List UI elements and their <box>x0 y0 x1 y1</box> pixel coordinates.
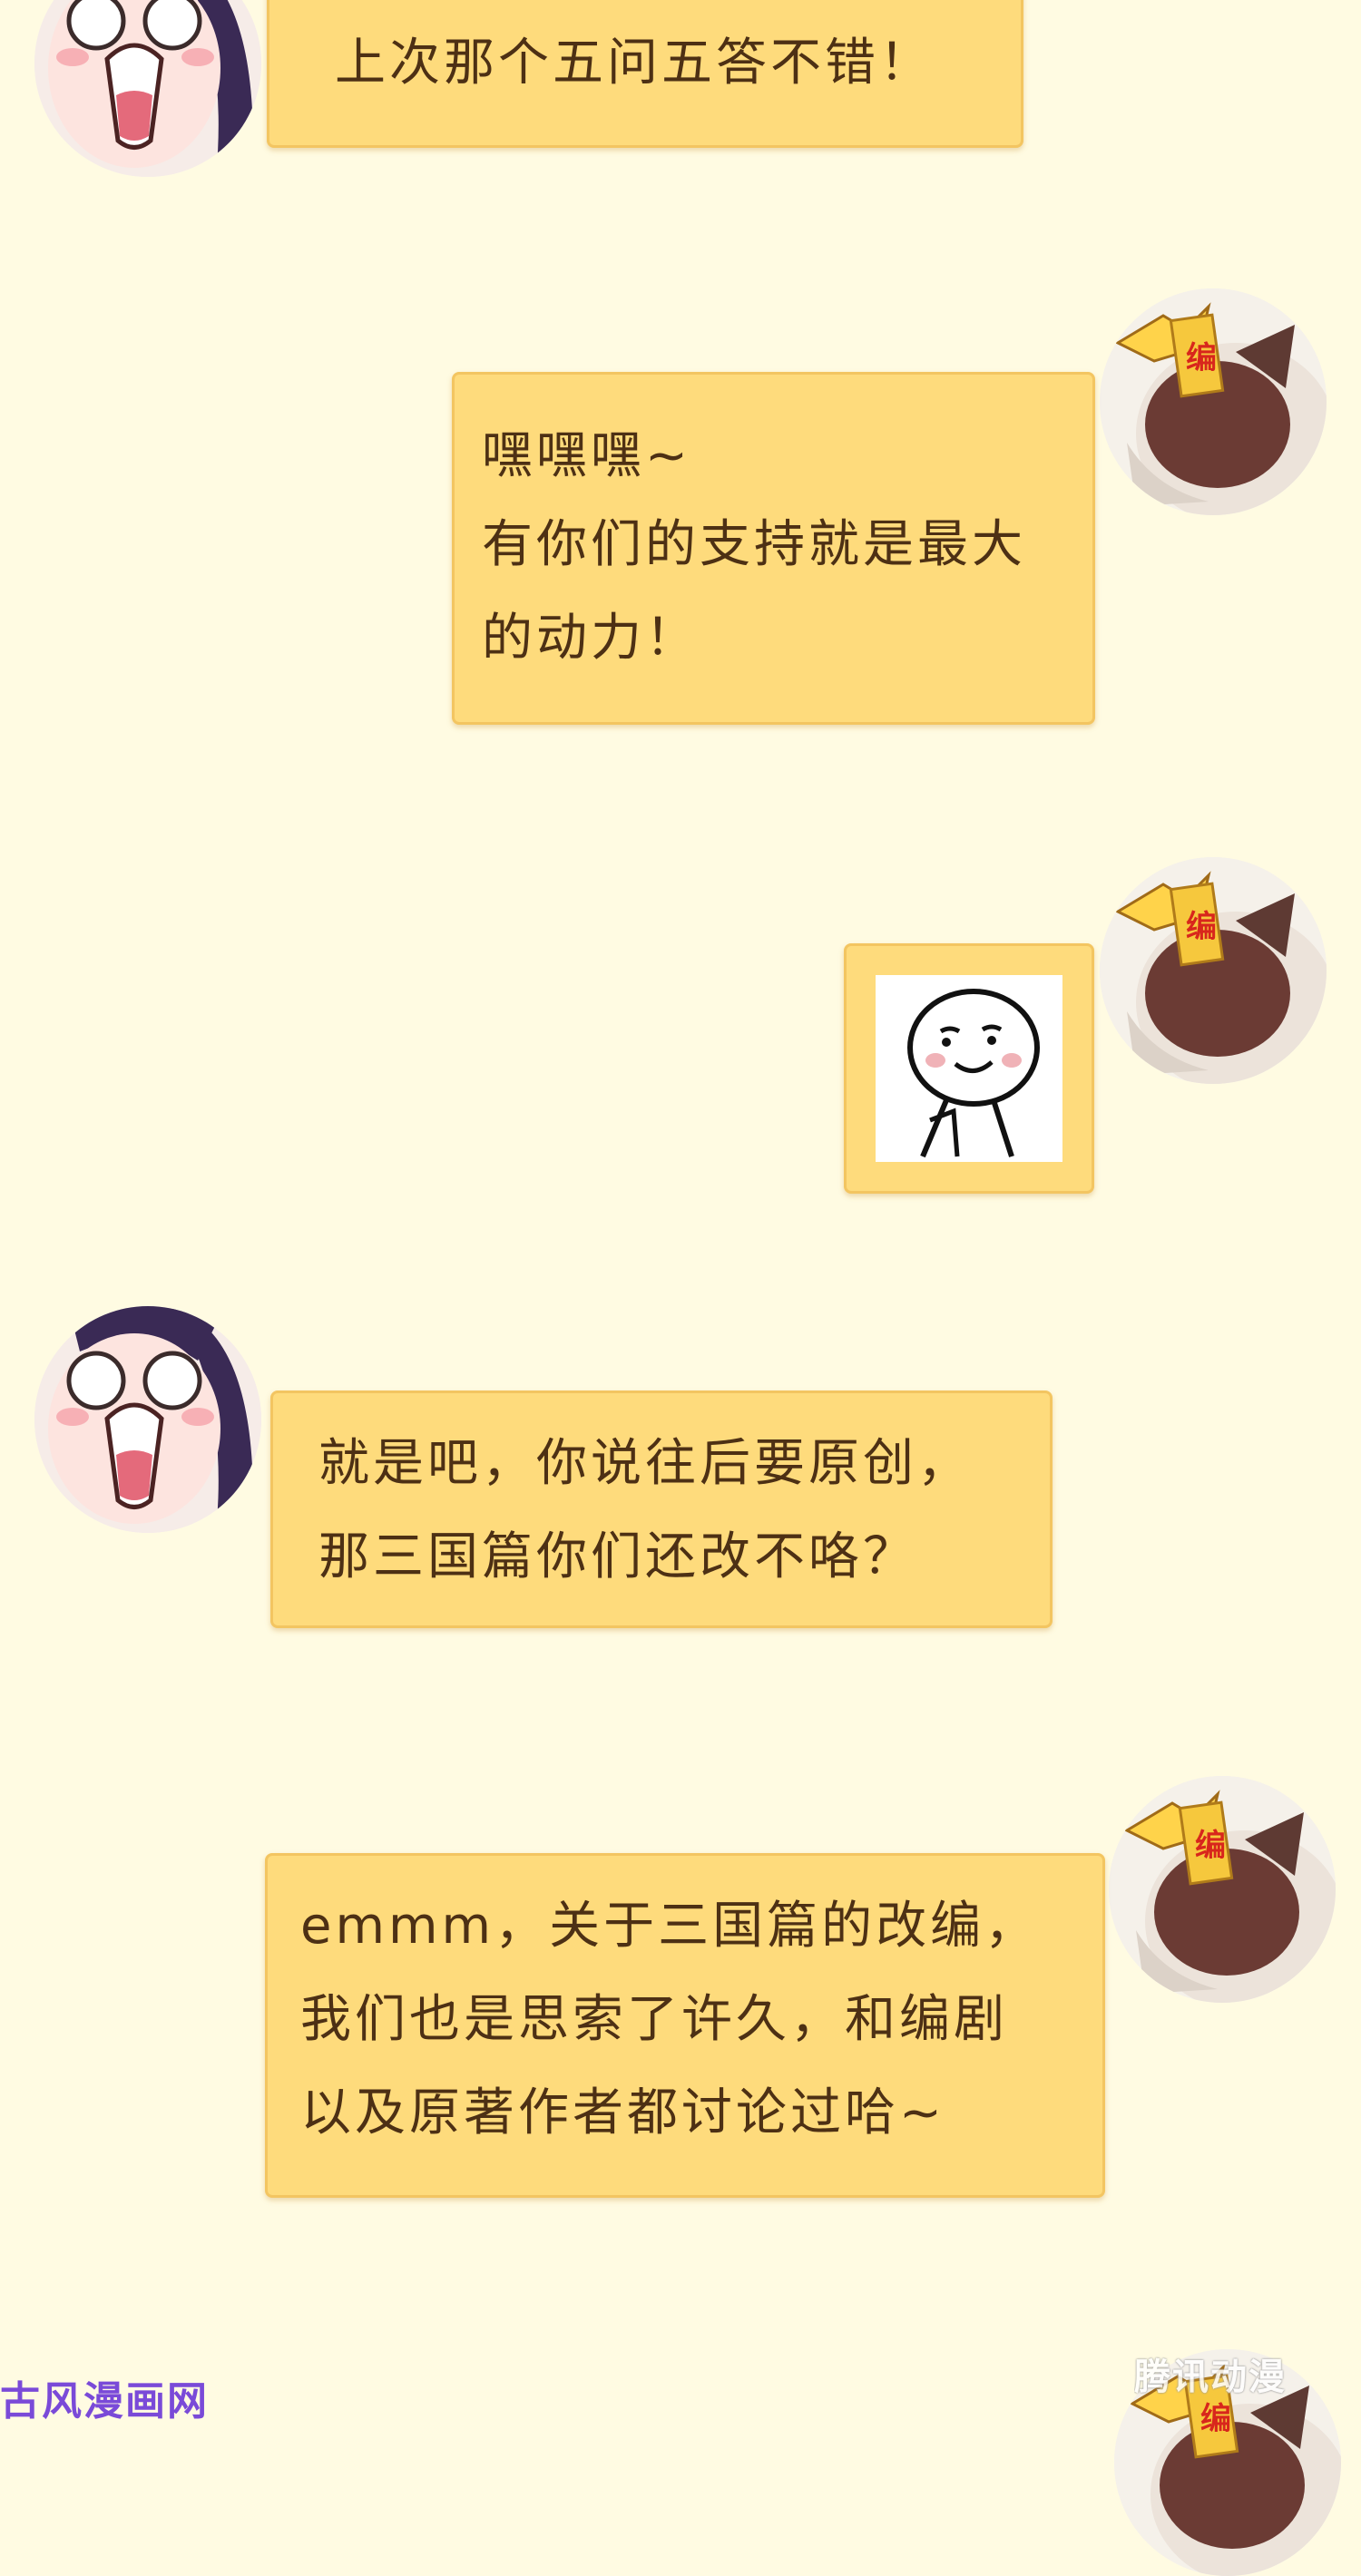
message-line: 的动力！ <box>482 609 700 668</box>
girl-avatar <box>34 1306 261 1533</box>
chat-bubble-girl: 上次那个五问五答不错！ <box>267 0 1023 148</box>
editor-cat-avatar: 编 <box>1100 288 1327 515</box>
smirk-face-sticker <box>876 975 1062 1162</box>
site-watermark: 古风漫画网 <box>0 2378 209 2425</box>
editor-cat-avatar: 编 <box>1109 1776 1336 2003</box>
cat-editor-icon: 编 <box>1109 1776 1336 2003</box>
smirk-face-icon <box>876 975 1062 1162</box>
chat-bubble-editor: 嘿嘿嘿~ 有你们的支持就是最大 的动力！ <box>452 372 1095 725</box>
svg-text:编: 编 <box>1186 340 1217 376</box>
message-line: 那三国篇你们还改不咯？ <box>318 1527 917 1586</box>
svg-text:编: 编 <box>1186 909 1217 945</box>
surprised-girl-icon <box>34 1306 261 1533</box>
message-line: 就是吧，你说往后要原创， <box>318 1434 972 1493</box>
cat-editor-icon: 编 <box>1100 288 1327 515</box>
sticker-bubble-editor <box>844 943 1094 1194</box>
surprised-girl-icon <box>34 0 261 177</box>
chat-bubble-editor: emmm，关于三国篇的改编， 我们也是思索了许久，和编剧 以及原著作者都讨论过哈… <box>265 1853 1105 2198</box>
message-line: 我们也是思索了许久，和编剧 <box>300 1990 1008 2049</box>
svg-text:编: 编 <box>1195 1828 1226 1864</box>
chat-bubble-girl: 就是吧，你说往后要原创， 那三国篇你们还改不咯？ <box>270 1390 1053 1628</box>
message-line: emmm，关于三国篇的改编， <box>300 1897 1040 1956</box>
editor-cat-avatar: 编 <box>1100 857 1327 1084</box>
platform-watermark-text: 腾讯动漫 <box>1134 2356 1287 2398</box>
girl-avatar <box>34 0 261 177</box>
platform-watermark: 腾讯动漫 <box>1134 2355 1343 2430</box>
message-text: 上次那个五问五答不错！ <box>335 34 934 93</box>
message-line: 嘿嘿嘿~ <box>482 426 691 485</box>
cat-editor-icon: 编 <box>1100 857 1327 1084</box>
message-line: 以及原著作者都讨论过哈~ <box>300 2083 945 2142</box>
message-line: 有你们的支持就是最大 <box>482 515 1026 574</box>
